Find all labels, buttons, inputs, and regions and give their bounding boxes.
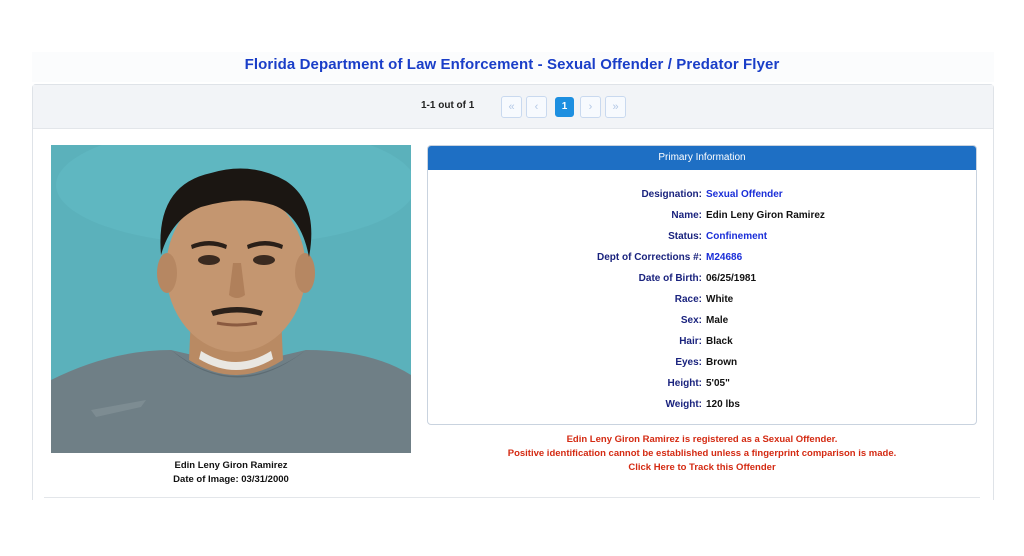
pagination-count: 1-1 out of 1: [421, 100, 475, 111]
field-sex: Sex: Male: [428, 310, 976, 331]
field-value: 120 lbs: [706, 399, 740, 410]
field-label: Race:: [674, 294, 702, 305]
field-name: Name: Edin Leny Giron Ramirez: [428, 205, 976, 226]
chevron-right-icon: ›: [588, 101, 593, 113]
page-1-button[interactable]: 1: [555, 97, 574, 117]
registration-notice: Edin Leny Giron Ramirez is registered as…: [427, 433, 977, 475]
field-value: White: [706, 294, 734, 305]
first-page-button[interactable]: «: [501, 96, 522, 118]
photo-caption: Edin Leny Giron Ramirez Date of Image: 0…: [51, 459, 411, 487]
field-value: Male: [706, 315, 729, 326]
flyer-panel: 1-1 out of 1 « ‹ 1 › » Edin Leny Giron R…: [32, 84, 994, 500]
field-weight: Weight: 120 lbs: [428, 394, 976, 415]
offender-photo: [51, 145, 411, 453]
double-chevron-left-icon: «: [508, 101, 515, 113]
field-label: Name:: [671, 210, 702, 221]
field-hair: Hair: Black: [428, 331, 976, 352]
primary-info-header: Primary Information: [428, 146, 976, 170]
chevron-left-icon: ‹: [534, 101, 539, 113]
primary-info-fields: Designation: Sexual Offender Name: Edin Le…: [428, 184, 976, 415]
divider: [44, 497, 980, 498]
field-doc-number: Dept of Corrections #: M24686: [428, 247, 976, 268]
field-label: Hair:: [679, 336, 702, 347]
prev-page-button[interactable]: ‹: [526, 96, 547, 118]
status-link[interactable]: Confinement: [702, 226, 767, 247]
field-value: Black: [706, 336, 733, 347]
field-label: Designation:: [641, 189, 702, 200]
field-height: Height: 5'05": [428, 373, 976, 394]
field-designation: Designation: Sexual Offender: [428, 184, 976, 205]
primary-info-box: Primary Information Designation: Sexual O…: [427, 145, 977, 425]
offender-photo-name: Edin Leny Giron Ramirez: [174, 460, 288, 471]
field-value: 5'05": [706, 378, 730, 389]
mugshot-image: [51, 145, 411, 453]
next-page-button[interactable]: ›: [580, 96, 601, 118]
field-label: Dept of Corrections #:: [596, 252, 702, 263]
field-status: Status: Confinement: [428, 226, 976, 247]
pagination-bar: 1-1 out of 1 « ‹ 1 › »: [33, 85, 993, 129]
field-label: Height:: [667, 378, 702, 389]
field-value: 06/25/1981: [706, 273, 757, 284]
field-label: Weight:: [665, 399, 702, 410]
field-value: Brown: [706, 357, 738, 368]
date-of-image: Date of Image: 03/31/2000: [173, 474, 289, 485]
field-label: Status:: [668, 231, 702, 242]
double-chevron-right-icon: »: [612, 101, 619, 113]
notice-fingerprint: Positive identification cannot be establ…: [507, 448, 897, 459]
field-label: Sex:: [680, 315, 702, 326]
doc-number-link[interactable]: M24686: [702, 247, 742, 268]
field-eyes: Eyes: Brown: [428, 352, 976, 373]
notice-registered: Edin Leny Giron Ramirez is registered as…: [566, 434, 838, 445]
page-title: Florida Department of Law Enforcement - …: [244, 56, 780, 73]
designation-link[interactable]: Sexual Offender: [702, 184, 783, 205]
field-race: Race: White: [428, 289, 976, 310]
last-page-button[interactable]: »: [605, 96, 626, 118]
field-date-of-birth: Date of Birth: 06/25/1981: [428, 268, 976, 289]
track-offender-link[interactable]: Click Here to Track this Offender: [427, 461, 977, 475]
field-label: Eyes:: [675, 357, 702, 368]
field-value: Edin Leny Giron Ramirez: [706, 210, 825, 221]
field-label: Date of Birth:: [638, 273, 702, 284]
